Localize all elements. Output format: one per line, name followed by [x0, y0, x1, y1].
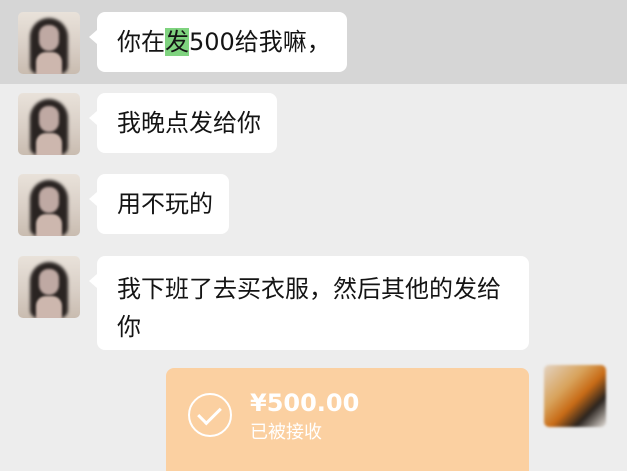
- search-match-highlight: 发: [165, 28, 189, 56]
- contact-avatar[interactable]: [18, 93, 80, 155]
- message-text: 我下班了去买衣服，然后其他的发给你: [117, 275, 501, 341]
- message-bubble[interactable]: 你在发500给我嘛，: [89, 12, 347, 72]
- self-avatar[interactable]: [544, 365, 606, 427]
- transfer-status: 已被接收: [250, 422, 322, 443]
- message-bubble[interactable]: 我晚点发给你: [89, 93, 277, 153]
- chat-view: 你在发500给我嘛， 我晚点发给你 用不玩的 我下班了去买衣服，然后其他的发给你…: [0, 0, 627, 471]
- contact-avatar[interactable]: [18, 12, 80, 74]
- message-text-before: 你在: [117, 28, 165, 56]
- check-circle-icon: [188, 393, 232, 437]
- message-bubble[interactable]: 我下班了去买衣服，然后其他的发给你: [89, 256, 529, 350]
- transfer-amount: ¥500.00: [250, 389, 360, 417]
- contact-avatar[interactable]: [18, 256, 80, 318]
- message-text: 用不玩的: [117, 190, 213, 218]
- message-text: 我晚点发给你: [117, 109, 261, 137]
- contact-avatar[interactable]: [18, 174, 80, 236]
- transfer-card[interactable]: ¥500.00 已被接收: [166, 368, 529, 471]
- message-bubble[interactable]: 用不玩的: [89, 174, 229, 234]
- message-text-after: 500给我嘛，: [189, 28, 331, 56]
